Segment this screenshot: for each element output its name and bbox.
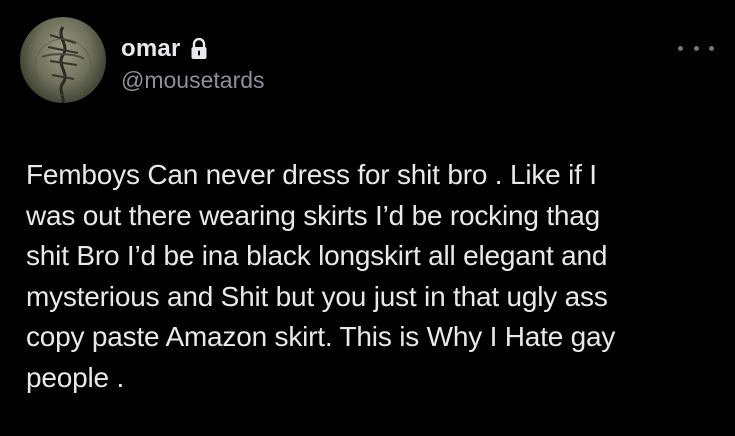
author-display-name[interactable]: omar xyxy=(121,35,181,63)
more-horizontal-icon xyxy=(693,45,699,51)
lock-icon xyxy=(190,37,208,60)
more-options-button[interactable] xyxy=(678,38,714,58)
avatar[interactable] xyxy=(20,17,106,103)
tweet-text: Femboys Can never dress for shit bro . L… xyxy=(26,159,616,393)
tweet-card: omar @mousetards Femboys Can never dress… xyxy=(0,0,735,436)
avatar-image xyxy=(34,26,92,103)
author-handle[interactable]: @mousetards xyxy=(121,67,265,94)
more-horizontal-icon xyxy=(709,45,714,51)
more-horizontal-icon xyxy=(678,45,683,51)
author-name-row: omar xyxy=(121,34,208,64)
